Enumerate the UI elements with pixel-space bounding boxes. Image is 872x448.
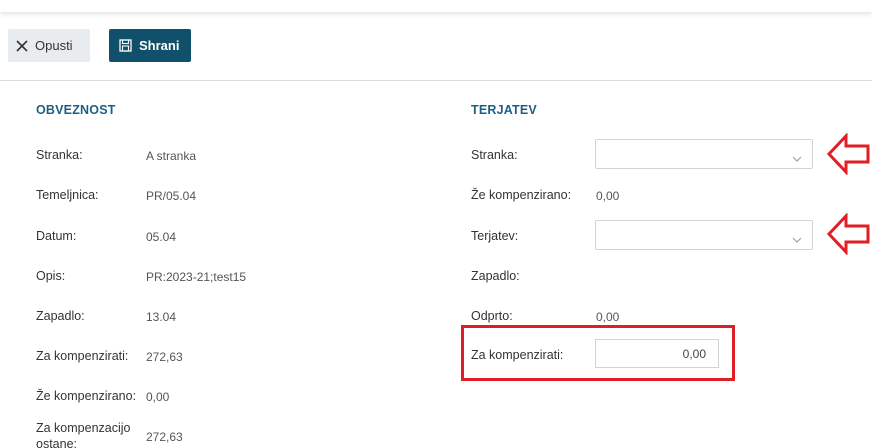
obveznost-opis-value: PR:2023-21;test15	[146, 270, 247, 284]
obveznost-stranka-value: A stranka	[146, 149, 197, 163]
terjatev-ze-kompenzirano-value: 0,00	[596, 189, 620, 203]
close-icon	[16, 39, 28, 52]
terjatev-terjatev-label: Terjatev:	[471, 229, 519, 243]
arrow-left-icon	[826, 213, 870, 255]
terjatev-ze-kompenzirano-label: Že kompenzirano:	[471, 188, 572, 202]
terjatev-odprto-label: Odprto:	[471, 309, 513, 323]
terjatev-stranka-select[interactable]	[595, 139, 813, 169]
obveznost-ze-kompenzirano-label: Že kompenzirano:	[36, 389, 137, 403]
save-icon	[119, 39, 132, 52]
terjatev-stranka-label: Stranka:	[471, 148, 518, 162]
obveznost-zapadlo-label: Zapadlo:	[36, 309, 85, 323]
cancel-button[interactable]: Opusti	[8, 29, 90, 62]
arrow-left-icon	[826, 133, 870, 175]
top-bar	[0, 0, 872, 12]
obveznost-datum-label: Datum:	[36, 229, 77, 243]
obveznost-opis-label: Opis:	[36, 269, 66, 283]
obveznost-title: OBVEZNOST	[36, 103, 116, 117]
cancel-button-label: Opusti	[35, 38, 73, 53]
terjatev-zapadlo-label: Zapadlo:	[471, 269, 520, 283]
chevron-down-icon	[792, 149, 802, 167]
obveznost-za-kompenzirati-label: Za kompenzirati:	[36, 349, 129, 363]
obveznost-stranka-label: Stranka:	[36, 148, 83, 162]
obveznost-temeljnica-value[interactable]: PR/05.04	[146, 189, 196, 203]
obveznost-za-kompenzacijo-ostane-label: Za kompenzacijo ostane:	[36, 421, 131, 448]
obveznost-zapadlo-value: 13.04	[146, 310, 177, 324]
obveznost-temeljnica-label: Temeljnica:	[36, 188, 99, 202]
terjatev-odprto-value: 0,00	[596, 310, 620, 324]
toolbar-divider	[0, 80, 872, 81]
highlight-box	[461, 325, 735, 381]
terjatev-terjatev-select[interactable]	[595, 220, 813, 250]
save-button-label: Shrani	[139, 38, 180, 53]
chevron-down-icon	[792, 230, 802, 248]
obveznost-za-kompenzirati-value: 272,63	[146, 350, 183, 364]
obveznost-datum-value: 05.04	[146, 230, 177, 244]
terjatev-title: TERJATEV	[471, 103, 537, 117]
save-button[interactable]: Shrani	[109, 29, 191, 62]
obveznost-ze-kompenzirano-value: 0,00	[146, 390, 170, 404]
obveznost-za-kompenzacijo-ostane-value: 272,63	[146, 430, 183, 444]
